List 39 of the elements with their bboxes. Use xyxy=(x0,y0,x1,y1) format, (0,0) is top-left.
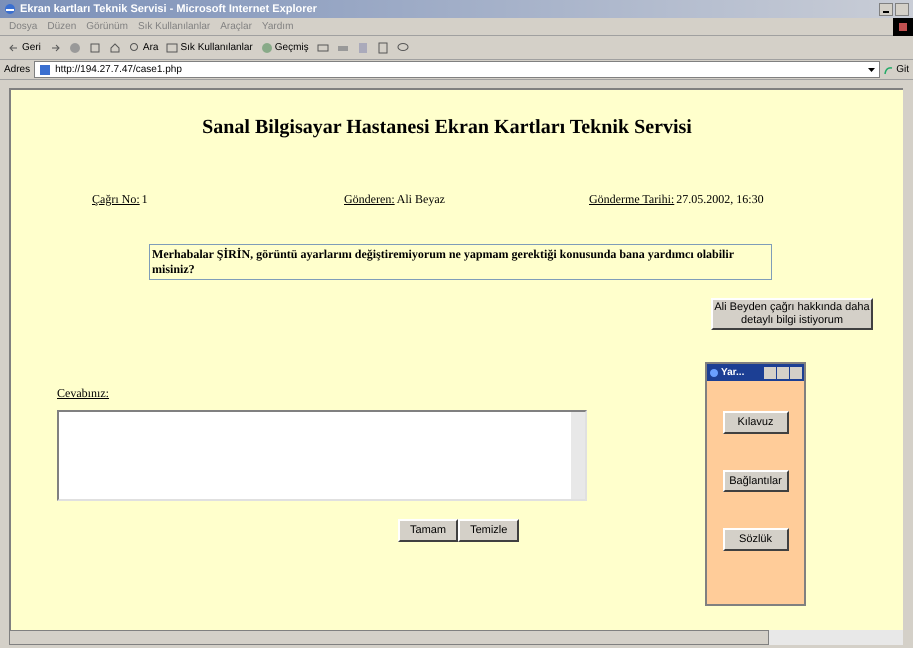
field-value: Ali Beyaz xyxy=(396,191,445,208)
popup-title: Yar... xyxy=(721,366,744,380)
answer-field[interactable] xyxy=(57,410,587,501)
field-value: 1 xyxy=(142,191,148,208)
toolbar-button[interactable]: Ara xyxy=(128,40,158,55)
magnifier-icon xyxy=(128,42,141,54)
toolbar-button[interactable]: Sık Kullanılanlar xyxy=(166,40,253,55)
windows-logo-icon xyxy=(893,18,913,36)
browser-icon xyxy=(709,368,719,378)
message-text: Merhabalar ŞİRİN, görüntü ayarlarını değiştiremiyorum ne yapmam gerektiği konusunda bana yardımcı olabilir misiniz? xyxy=(149,244,772,280)
answer-label: Cevabınız: xyxy=(57,385,109,402)
popup-button[interactable]: Sözlük xyxy=(722,528,788,550)
go-button[interactable]: Git xyxy=(884,62,913,77)
back-arrow-icon xyxy=(8,42,20,54)
popup-button[interactable]: Bağlantılar xyxy=(722,470,788,492)
minimize-button[interactable] xyxy=(764,366,776,378)
minimize-button[interactable] xyxy=(879,2,893,16)
scrollbar[interactable] xyxy=(9,630,769,645)
home-icon[interactable] xyxy=(108,42,121,54)
info-request-button[interactable]: Ali Beyden çağrı hakkında daha detaylı bilgi istiyorum xyxy=(711,298,873,330)
address-field[interactable]: http://194.27.7.47/case1.php xyxy=(34,61,880,78)
page-heading: Sanal Bilgisayar Hastanesi Ekran Kartları Teknik Servisi xyxy=(201,115,693,140)
form-button[interactable]: Temizle xyxy=(458,519,520,542)
field-value: 27.05.2002, 16:30 xyxy=(676,191,764,208)
toolbar-button[interactable]: Geri xyxy=(8,40,41,55)
toolbar-button[interactable]: Geçmiş xyxy=(260,40,309,55)
browser-icon xyxy=(4,3,16,15)
dropdown-arrow-icon[interactable] xyxy=(868,68,876,72)
field-label: Çağrı No: xyxy=(92,191,140,208)
page-icon xyxy=(39,64,52,76)
maximize-button[interactable] xyxy=(777,366,789,378)
field-label: Gönderen: xyxy=(344,191,395,208)
popup-button[interactable]: Kılavuz xyxy=(722,411,788,434)
form-button[interactable]: Tamam xyxy=(398,519,458,542)
close-button[interactable] xyxy=(790,366,802,378)
window-title: Ekran kartları Teknik Servisi - Microsoft Internet Explorer xyxy=(20,2,317,17)
scrollbar[interactable] xyxy=(571,412,585,499)
field-label: Gönderme Tarihi: xyxy=(589,191,674,208)
address-label: Adres xyxy=(4,63,30,77)
